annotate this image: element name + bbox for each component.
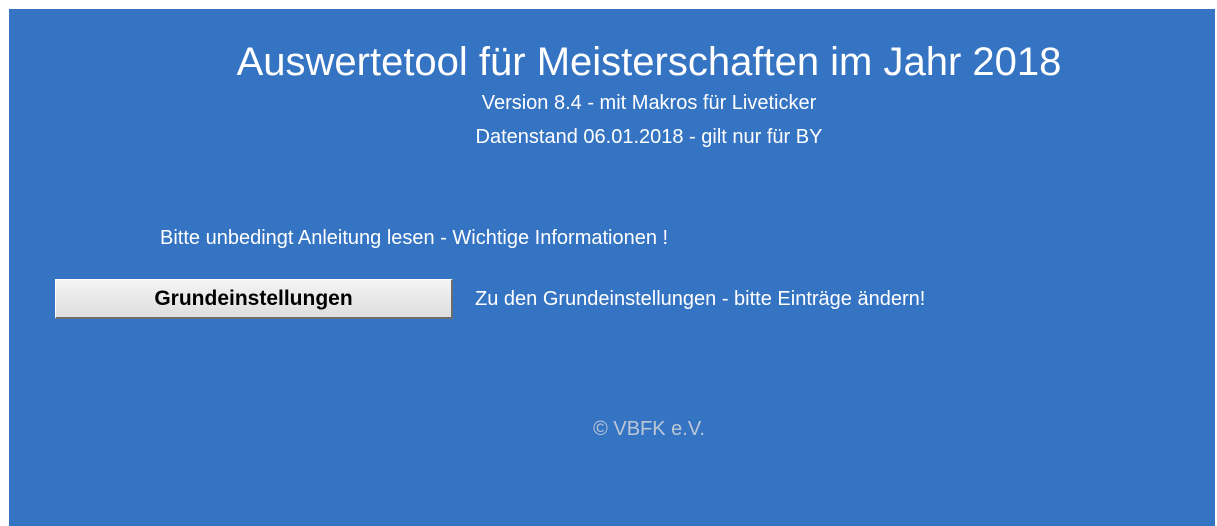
sheet-frame: Auswertetool für Meisterschaften im Jahr… (0, 0, 1217, 526)
settings-button[interactable]: Grundeinstellungen (55, 279, 453, 319)
settings-hint: Zu den Grundeinstellungen - bitte Einträ… (475, 288, 926, 310)
copyright-notice: © VBFK e.V. (593, 418, 705, 440)
page-title: Auswertetool für Meisterschaften im Jahr… (236, 40, 1062, 84)
version-info: Version 8.4 - mit Makros für Liveticker (481, 92, 817, 114)
start-panel: Auswertetool für Meisterschaften im Jahr… (9, 9, 1215, 526)
instructions-notice: Bitte unbedingt Anleitung lesen - Wichti… (160, 227, 669, 249)
data-status-info: Datenstand 06.01.2018 - gilt nur für BY (475, 126, 823, 148)
